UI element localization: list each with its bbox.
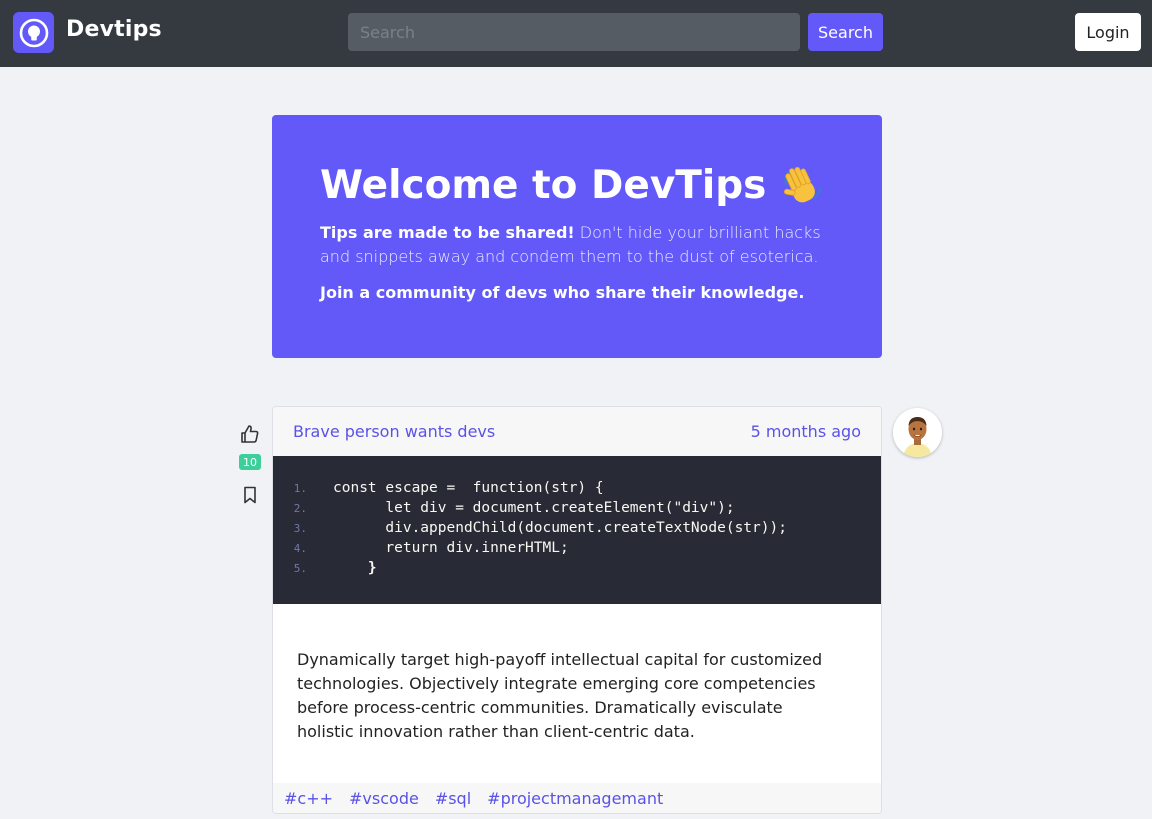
code-block: 1. const escape = function(str) { 2. let… xyxy=(273,456,881,604)
code-text: } xyxy=(333,560,377,576)
author-avatar[interactable] xyxy=(893,408,942,457)
code-text: let div = document.createElement("div"); xyxy=(333,500,735,516)
hero-intro-bold: Tips are made to be shared! xyxy=(320,223,575,242)
lightbulb-logo-icon[interactable] xyxy=(13,12,54,53)
post-card: Brave person wants devs 5 months ago 1. … xyxy=(272,406,882,814)
post-body: Dynamically target high-payoff intellect… xyxy=(297,650,823,741)
code-text: return div.innerHTML; xyxy=(333,540,569,556)
post-timestamp[interactable]: 5 months ago xyxy=(751,422,861,441)
hero-join-text: Join a community of devs who share their… xyxy=(320,283,805,302)
hero-title: Welcome to DevTips xyxy=(320,163,824,208)
post-title-link[interactable]: Brave person wants devs xyxy=(293,422,495,441)
tag-link[interactable]: #projectmanagemant xyxy=(487,789,663,808)
tag-link[interactable]: #c++ xyxy=(284,789,333,808)
search-input[interactable] xyxy=(348,13,800,51)
line-number: 3. xyxy=(293,521,307,535)
post-tags: #c++ #vscode #sql #projectmanagemant xyxy=(273,783,881,813)
line-number: 1. xyxy=(293,481,307,495)
search-button[interactable]: Search xyxy=(808,13,883,51)
brand-name[interactable]: Devtips xyxy=(66,17,162,42)
code-text: const escape = function(str) { xyxy=(333,480,604,496)
code-line: 3. div.appendChild(document.createTextNo… xyxy=(273,518,881,538)
line-number: 2. xyxy=(293,501,307,515)
code-line: 4. return div.innerHTML; xyxy=(273,538,881,558)
code-line: 2. let div = document.createElement("div… xyxy=(273,498,881,518)
line-number: 4. xyxy=(293,541,307,555)
code-text: div.appendChild(document.createTextNode(… xyxy=(333,520,787,536)
welcome-hero: Welcome to DevTips Tips are made to be s… xyxy=(272,115,882,358)
hero-intro: Tips are made to be shared! Don't hide y… xyxy=(320,221,850,269)
line-number: 5. xyxy=(293,561,307,575)
login-button[interactable]: Login xyxy=(1075,13,1141,51)
bookmark-icon[interactable] xyxy=(242,486,258,504)
code-line: 1. const escape = function(str) { xyxy=(273,478,881,498)
tag-link[interactable]: #sql xyxy=(435,789,471,808)
code-line: 5. } xyxy=(273,558,881,578)
post-header: Brave person wants devs 5 months ago xyxy=(273,407,881,456)
thumbs-up-icon[interactable] xyxy=(240,424,260,444)
waving-hand-icon xyxy=(778,164,824,208)
hero-title-text: Welcome to DevTips xyxy=(320,163,767,208)
navbar: Devtips Search Login xyxy=(0,0,1152,67)
tag-link[interactable]: #vscode xyxy=(349,789,419,808)
vote-count-badge: 10 xyxy=(239,454,261,470)
